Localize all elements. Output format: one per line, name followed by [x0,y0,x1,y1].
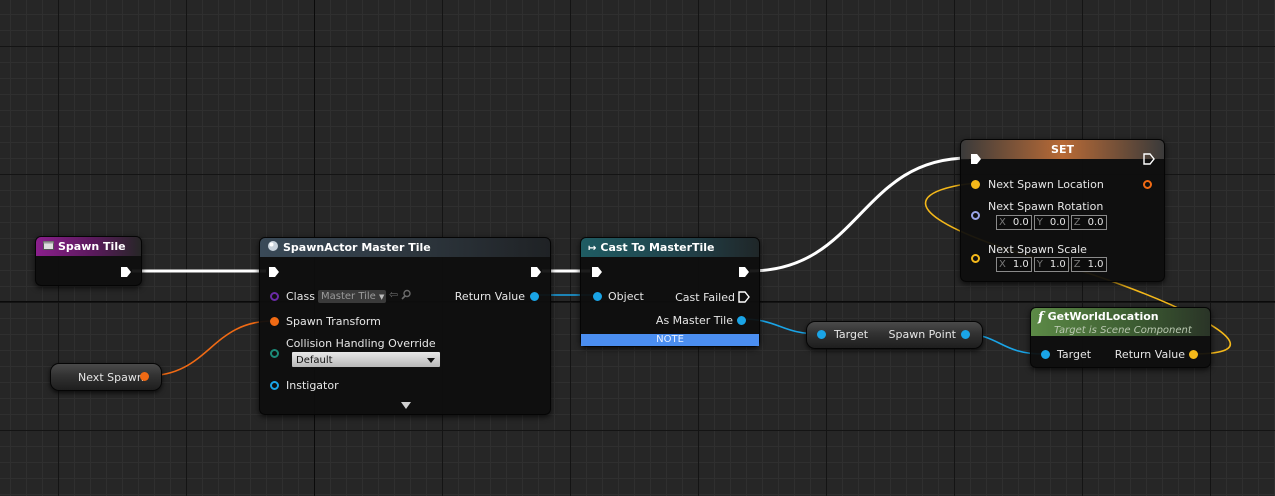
scale-x-field[interactable]: X 1.0 [996,257,1032,272]
exec-input-pin[interactable] [970,153,982,165]
next-spawn-rotation-label: Next Spawn Rotation [988,200,1104,213]
spawn-transform-input-pin[interactable] [270,317,279,326]
collision-input-pin[interactable] [270,349,279,358]
exec-input-pin[interactable] [268,266,280,278]
event-icon [43,238,54,257]
exec-output-pin[interactable] [1143,153,1155,165]
class-label: Class [286,290,315,303]
sphere-icon [267,239,279,258]
scale-z-field[interactable]: Z 1.0 [1070,257,1107,272]
collision-label: Collision Handling Override [286,337,436,350]
next-spawn-scale-input-pin[interactable] [971,254,980,263]
get-world-location-title: GetWorldLocation [1047,310,1159,323]
function-icon: f [1038,309,1044,325]
next-spawn-output-pin[interactable] [140,372,149,381]
exec-output-pin[interactable] [738,266,750,278]
note-label: NOTE [656,334,684,345]
exec-input-pin[interactable] [591,266,603,278]
spawn-point-target-pin[interactable] [817,330,826,339]
rotation-y-field[interactable]: Y 0.0 [1033,215,1069,230]
cast-failed-exec-pin[interactable] [738,291,750,303]
scale-y-field[interactable]: Y 1.0 [1033,257,1069,272]
next-spawn-rotation-input-pin[interactable] [971,211,980,220]
arrow-left-icon[interactable]: ⇦ [389,288,398,301]
cast-arrow-icon: ↦ [588,242,597,254]
rotation-z-field[interactable]: Z 0.0 [1070,215,1107,230]
collision-dropdown[interactable]: Default [291,351,441,368]
get-world-location-return-pin[interactable] [1189,350,1198,359]
spawn-point-target-label: Target [834,328,869,341]
spawn-transform-label: Spawn Transform [286,315,381,328]
event-node-title: Spawn Tile [58,240,126,253]
class-picker-value: Master Tile [321,291,376,302]
event-node-header: Spawn Tile [36,237,141,256]
next-spawn-label: Next Spawn [78,371,144,384]
cast-failed-label: Cast Failed [675,291,735,304]
instigator-label: Instigator [286,379,339,392]
next-spawn-scale-label: Next Spawn Scale [988,243,1087,256]
collision-dropdown-value: Default [296,355,333,366]
cast-header: ↦ Cast To MasterTile [581,238,759,257]
scale-vector-input[interactable]: X 1.0 Y 1.0 Z 1.0 [996,257,1107,272]
next-spawn-location-input-pin[interactable] [971,180,980,189]
cast-node[interactable]: ↦ Cast To MasterTile Object Cast Failed A… [580,237,760,347]
get-world-location-node[interactable]: f GetWorldLocation Target is Scene Compon… [1030,307,1211,368]
get-world-location-header: f GetWorldLocation Target is Scene Compon… [1031,308,1210,336]
class-input-pin[interactable] [270,292,279,301]
instigator-input-pin[interactable] [270,381,279,390]
object-input-pin[interactable] [593,292,602,301]
get-world-location-return-label: Return Value [1114,348,1185,361]
next-spawn-location-output-pin[interactable] [1143,180,1152,189]
class-picker[interactable]: Master Tile ▼ [318,290,386,303]
next-spawn-location-label: Next Spawn Location [988,178,1104,191]
set-header: SET [961,140,1164,159]
return-value-label: Return Value [454,290,525,303]
spawn-point-label: Spawn Point [888,328,956,341]
chevron-down-icon [427,358,435,363]
cast-title: Cast To MasterTile [600,241,715,254]
rotation-vector-input[interactable]: X 0.0 Y 0.0 Z 0.0 [996,215,1107,230]
return-value-output-pin[interactable] [530,292,539,301]
spawn-point-output-pin[interactable] [961,330,970,339]
as-master-tile-output-pin[interactable] [737,316,746,325]
chevron-down-icon: ▼ [379,293,385,301]
variable-node-next-spawn[interactable]: Next Spawn [50,363,162,391]
rotation-x-field[interactable]: X 0.0 [996,215,1032,230]
as-master-tile-label: As Master Tile [655,314,733,327]
set-title: SET [1051,143,1074,156]
get-world-location-target-pin[interactable] [1041,350,1050,359]
expand-chevron-down-icon[interactable] [401,402,411,409]
exec-output-pin[interactable] [120,266,132,278]
magnifier-icon[interactable] [401,289,412,303]
get-world-location-subtitle: Target is Scene Component [1054,324,1192,336]
exec-output-pin[interactable] [530,266,542,278]
spawnactor-node[interactable]: SpawnActor Master Tile Class Master Tile… [259,237,551,415]
spawnactor-header: SpawnActor Master Tile [260,238,550,257]
object-label: Object [608,290,644,303]
variable-node-spawn-point[interactable]: Target Spawn Point [806,321,983,349]
event-node-spawn-tile[interactable]: Spawn Tile [35,236,142,286]
spawnactor-title: SpawnActor Master Tile [283,241,431,254]
get-world-location-target-label: Target [1057,348,1092,361]
note-bar[interactable]: NOTE [581,334,759,346]
set-node[interactable]: SET Next Spawn Location Next Spawn Rotat… [960,139,1165,282]
